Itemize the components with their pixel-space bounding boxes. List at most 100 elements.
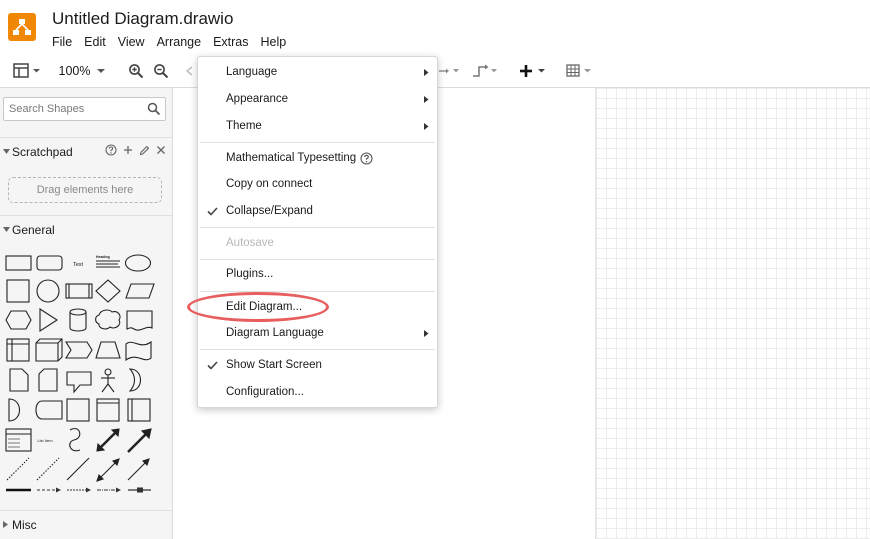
highlight-annotation-oval xyxy=(187,292,329,322)
close-icon[interactable] xyxy=(156,145,166,155)
shape-note[interactable] xyxy=(9,368,29,392)
diagram-page-grid[interactable] xyxy=(595,88,870,539)
shape-rounded-rectangle[interactable] xyxy=(36,255,63,271)
shape-hexagon[interactable] xyxy=(5,310,32,330)
section-general[interactable]: General xyxy=(0,215,172,243)
plus-icon xyxy=(520,65,545,77)
shape-dashed-arrow[interactable] xyxy=(37,487,61,493)
shape-curve[interactable] xyxy=(69,428,81,452)
shape-data-storage[interactable] xyxy=(35,400,63,420)
search-icon[interactable] xyxy=(147,102,161,116)
shape-arrow[interactable] xyxy=(127,428,152,453)
insert-button[interactable] xyxy=(516,54,548,88)
waypoint-style-dropdown[interactable] xyxy=(470,54,500,88)
format-panel-toggle-button[interactable] xyxy=(8,54,44,88)
scratchpad-drop-zone[interactable]: Drag elements here xyxy=(8,177,162,203)
shape-diamond[interactable] xyxy=(95,279,121,303)
menu-item-language[interactable]: Language xyxy=(198,61,437,85)
shape-textbox[interactable]: Heading xyxy=(96,255,120,268)
submenu-arrow-icon xyxy=(424,123,429,130)
shape-trapezoid[interactable] xyxy=(95,341,121,359)
menu-edit[interactable]: Edit xyxy=(78,35,112,51)
shape-connector-arrow[interactable] xyxy=(97,487,121,493)
help-icon[interactable] xyxy=(360,152,373,165)
shape-list-item[interactable]: List Item xyxy=(37,438,53,443)
shape-double-arrow-line[interactable] xyxy=(96,458,120,482)
shape-step[interactable] xyxy=(65,341,93,359)
menu-item-label: Autosave xyxy=(226,237,274,249)
shape-process[interactable] xyxy=(65,283,93,299)
menu-file[interactable]: File xyxy=(46,35,78,51)
menu-item-label: Collapse/Expand xyxy=(226,205,313,217)
shape-callout[interactable] xyxy=(66,371,92,394)
menu-item-diagram-language[interactable]: Diagram Language xyxy=(198,322,437,346)
shape-rectangle[interactable] xyxy=(5,255,32,271)
shape-swimlane[interactable] xyxy=(96,398,120,422)
checkmark-icon xyxy=(207,361,218,370)
menu-item-mathematical-typesetting[interactable]: Mathematical Typesetting xyxy=(198,147,437,171)
menu-separator xyxy=(200,349,435,350)
shape-vertical-container[interactable] xyxy=(127,398,151,422)
menu-extras[interactable]: Extras xyxy=(207,35,254,51)
menu-arrange[interactable]: Arrange xyxy=(151,35,207,51)
menu-item-plugins[interactable]: Plugins... xyxy=(198,263,437,287)
shape-triangle[interactable] xyxy=(39,307,59,333)
shape-circle[interactable] xyxy=(36,279,60,303)
undo-icon xyxy=(185,66,193,76)
chevron-down-icon xyxy=(3,149,10,154)
shape-dashed-line[interactable] xyxy=(36,457,60,481)
add-icon[interactable] xyxy=(123,145,133,155)
menu-bar: File Edit View Arrange Extras Help xyxy=(46,35,292,51)
menu-item-label: Diagram Language xyxy=(226,327,324,339)
menu-item-show-start-screen[interactable]: Show Start Screen xyxy=(198,354,437,378)
shape-container[interactable] xyxy=(66,398,90,422)
shape-cube[interactable] xyxy=(35,338,63,362)
menu-item-configuration[interactable]: Configuration... xyxy=(198,381,437,405)
shape-bidirectional-arrow[interactable] xyxy=(96,428,120,452)
menu-item-label: Copy on connect xyxy=(226,178,313,190)
help-icon[interactable] xyxy=(105,144,117,156)
chevron-right-icon xyxy=(3,521,8,528)
shape-tape[interactable] xyxy=(125,340,152,362)
menu-item-label: Mathematical Typesetting xyxy=(226,152,357,164)
shape-square[interactable] xyxy=(6,279,30,303)
table-button[interactable] xyxy=(564,54,594,88)
section-scratchpad[interactable]: Scratchpad xyxy=(0,137,172,165)
shape-dotted-arrow[interactable] xyxy=(67,487,91,493)
drawio-logo-icon[interactable] xyxy=(8,13,36,41)
shape-list[interactable] xyxy=(5,428,32,452)
shape-text[interactable]: Text xyxy=(73,262,84,268)
menu-item-copy-on-connect[interactable]: Copy on connect xyxy=(198,173,437,197)
zoom-dropdown[interactable]: 100% xyxy=(56,54,110,88)
undo-button[interactable] xyxy=(183,54,195,88)
shape-cloud[interactable] xyxy=(95,309,121,330)
menu-help[interactable]: Help xyxy=(255,35,293,51)
connector-shapes-row xyxy=(6,487,151,493)
edit-pencil-icon[interactable] xyxy=(139,145,150,156)
zoom-out-button[interactable] xyxy=(151,54,171,88)
shape-delay[interactable] xyxy=(8,398,21,422)
menu-view[interactable]: View xyxy=(112,35,151,51)
connection-style-dropdown[interactable] xyxy=(438,54,462,88)
shape-or[interactable] xyxy=(128,368,142,392)
shape-line[interactable] xyxy=(66,457,90,481)
zoom-in-button[interactable] xyxy=(126,54,146,88)
shape-directional-line[interactable] xyxy=(127,458,150,481)
shape-cylinder[interactable] xyxy=(69,308,87,332)
section-misc[interactable]: Misc xyxy=(0,510,172,538)
search-input[interactable] xyxy=(4,98,142,120)
shape-parallelogram[interactable] xyxy=(125,283,155,299)
submenu-arrow-icon xyxy=(424,96,429,103)
shape-card[interactable] xyxy=(38,368,58,392)
section-scratchpad-label: Scratchpad xyxy=(12,145,73,159)
menu-item-theme[interactable]: Theme xyxy=(198,115,437,139)
menu-item-appearance[interactable]: Appearance xyxy=(198,88,437,112)
shape-internal-storage[interactable] xyxy=(6,338,30,362)
shape-actor[interactable] xyxy=(101,368,115,393)
shape-ellipse[interactable] xyxy=(124,254,152,272)
shape-association-line[interactable] xyxy=(128,487,151,493)
document-title[interactable]: Untitled Diagram.drawio xyxy=(52,9,233,29)
shape-dotted-line[interactable] xyxy=(6,457,30,481)
shape-document[interactable] xyxy=(126,310,153,331)
menu-item-collapse-expand[interactable]: Collapse/Expand xyxy=(198,200,437,224)
